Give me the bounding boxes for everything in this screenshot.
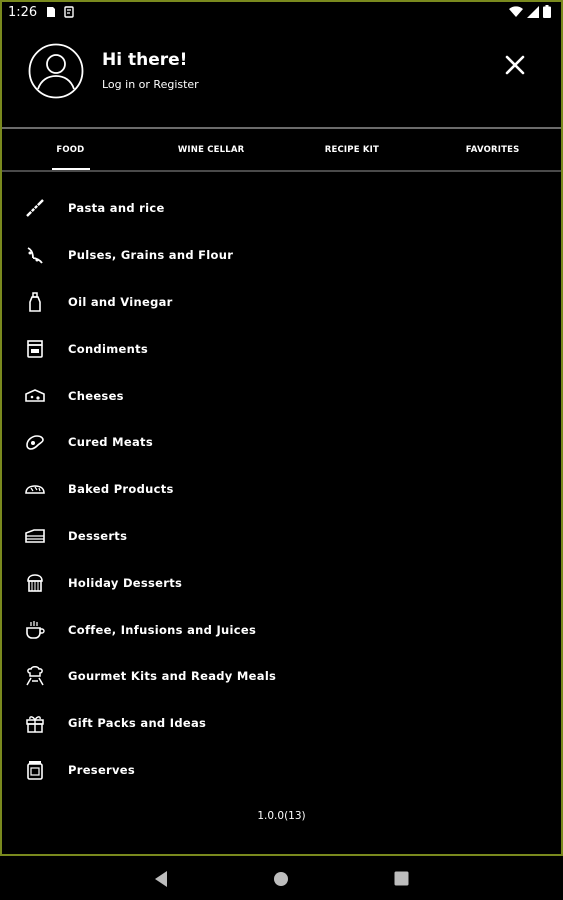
drawer-header: Hi there! Log in or Register	[0, 26, 563, 128]
chef-icon	[26, 666, 44, 686]
list-item-label: Gourmet Kits and Ready Meals	[68, 669, 277, 684]
pasta-icon	[26, 199, 44, 218]
category-list: Pasta and rice Pulses, Grains and Flour …	[0, 185, 563, 793]
login-register-link[interactable]: Log in or Register	[102, 78, 199, 91]
category-tabs: FOOD WINE CELLAR RECIPE KIT FAVORITES	[0, 130, 563, 170]
bread-icon	[25, 485, 45, 494]
list-item-label: Baked Products	[68, 482, 174, 497]
tab-food[interactable]: FOOD	[0, 130, 141, 170]
list-item-label: Cheeses	[68, 388, 124, 403]
list-item-baked-products[interactable]: Baked Products	[0, 466, 563, 513]
status-bar: 1:26	[0, 0, 563, 26]
battery-icon	[543, 5, 551, 18]
cheese-icon	[25, 388, 45, 402]
tab-recipe-kit[interactable]: RECIPE KIT	[282, 130, 423, 170]
list-item-gourmet-kits[interactable]: Gourmet Kits and Ready Meals	[0, 653, 563, 700]
list-item-label: Gift Packs and Ideas	[68, 716, 207, 731]
preserve-jar-icon	[27, 760, 43, 780]
grains-icon	[27, 247, 43, 264]
coffee-cup-icon	[26, 620, 45, 639]
greeting-title: Hi there!	[102, 50, 188, 70]
list-item-label: Holiday Desserts	[68, 575, 183, 590]
notification-icon	[64, 6, 74, 18]
sim-card-icon	[47, 7, 55, 17]
list-item-label: Preserves	[68, 762, 136, 777]
gift-icon	[26, 716, 44, 733]
tab-favorites[interactable]: FAVORITES	[422, 130, 563, 170]
list-item-label: Oil and Vinegar	[68, 294, 173, 309]
list-item-gift-packs[interactable]: Gift Packs and Ideas	[0, 700, 563, 747]
user-avatar-icon[interactable]	[28, 43, 84, 99]
list-item-desserts[interactable]: Desserts	[0, 513, 563, 560]
ham-icon	[26, 435, 44, 451]
jar-icon	[27, 339, 43, 358]
oil-bottle-icon	[29, 292, 41, 312]
tabs-divider	[2, 170, 561, 172]
back-icon[interactable]	[153, 870, 169, 888]
list-item-label: Cured Meats	[68, 435, 153, 450]
list-item-label: Pasta and rice	[68, 201, 165, 216]
system-nav-bar	[0, 858, 563, 900]
wifi-icon	[509, 5, 523, 17]
list-item-holiday-desserts[interactable]: Holiday Desserts	[0, 559, 563, 606]
list-item-label: Condiments	[68, 341, 149, 356]
tab-wine-cellar[interactable]: WINE CELLAR	[141, 130, 282, 170]
list-item-cheeses[interactable]: Cheeses	[0, 372, 563, 419]
list-item-condiments[interactable]: Condiments	[0, 325, 563, 372]
close-icon[interactable]	[501, 51, 529, 79]
list-item-label: Pulses, Grains and Flour	[68, 248, 234, 263]
app-version: 1.0.0(13)	[257, 810, 306, 822]
list-item-pulses-grains[interactable]: Pulses, Grains and Flour	[0, 232, 563, 279]
status-time: 1:26	[8, 5, 38, 20]
signal-icon	[527, 5, 539, 18]
header-divider	[2, 127, 561, 129]
list-item-label: Desserts	[68, 528, 128, 543]
list-item-oil-vinegar[interactable]: Oil and Vinegar	[0, 279, 563, 326]
list-item-preserves[interactable]: Preserves	[0, 747, 563, 794]
list-item-cured-meats[interactable]: Cured Meats	[0, 419, 563, 466]
recents-icon[interactable]	[394, 871, 409, 886]
home-icon[interactable]	[273, 871, 289, 887]
list-item-coffee-infusions[interactable]: Coffee, Infusions and Juices	[0, 606, 563, 653]
panettone-icon	[27, 573, 43, 592]
list-item-label: Coffee, Infusions and Juices	[68, 622, 257, 637]
cake-icon	[25, 529, 45, 543]
list-item-pasta-rice[interactable]: Pasta and rice	[0, 185, 563, 232]
